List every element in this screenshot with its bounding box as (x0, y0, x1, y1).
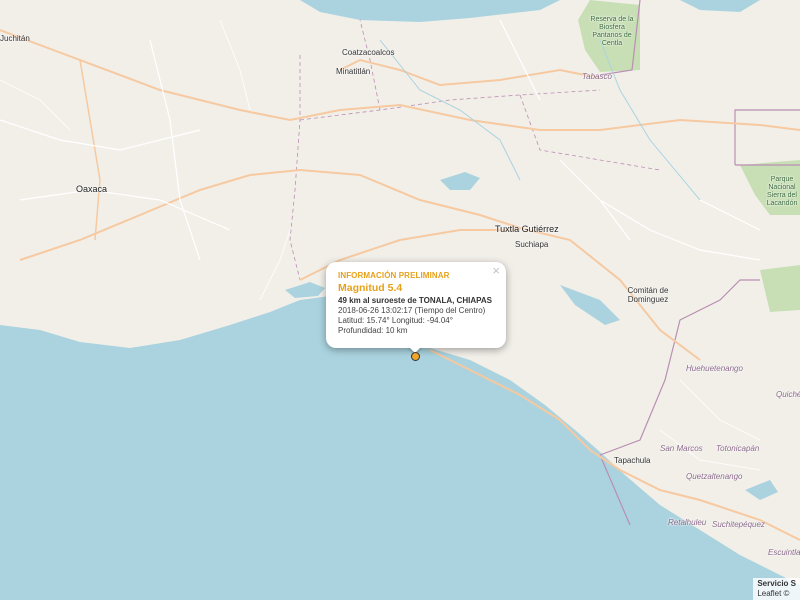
map-label-totonicapan: Totonicapán (716, 444, 760, 453)
map-label-comitan: Comitán de Dominguez (627, 286, 669, 304)
popup-location: 49 km al suroeste de TONALA, CHIAPAS (338, 296, 492, 305)
map-label-minatitlan: Minatitlán (336, 67, 371, 76)
popup-header: INFORMACIÓN PRELIMINAR (338, 271, 450, 280)
map-label-suchiapa: Suchiapa (515, 240, 549, 249)
map-label-reserva: Reserva de la Biosfera Pantanos de Centl… (590, 16, 634, 47)
map-attribution: Servicio S Leaflet © (753, 578, 800, 600)
map-label-quiche: Quiché (776, 390, 800, 399)
epicenter-marker[interactable] (411, 352, 420, 361)
attribution-leaflet-link[interactable]: Leaflet © (757, 589, 796, 599)
map-label-juchitan: Juchitán (0, 34, 30, 43)
map-view[interactable]: Juchitán Oaxaca Coatzacoalcos Minatitlán… (0, 0, 800, 600)
popup-coordinates: Latitud: 15.74° Longitud: -94.04° (338, 316, 453, 325)
map-label-oaxaca: Oaxaca (76, 184, 108, 194)
map-label-quetzaltenango: Quetzaltenango (686, 472, 743, 481)
earthquake-popup: × INFORMACIÓN PRELIMINAR Magnitud 5.4 49… (326, 262, 506, 348)
map-label-huehuetenango: Huehuetenango (686, 364, 743, 373)
map-label-escuintla: Escuintla (768, 548, 800, 557)
popup-depth: Profundidad: 10 km (338, 326, 408, 335)
map-label-tuxtla: Tuxtla Gutiérrez (495, 224, 559, 234)
map-label-tapachula: Tapachula (614, 456, 651, 465)
map-label-retalhuleu: Retalhuleu (668, 518, 707, 527)
map-label-san-marcos: San Marcos (660, 444, 703, 453)
map-label-suchitepequez: Suchitepéquez (712, 520, 765, 529)
popup-magnitude: Magnitud 5.4 (338, 282, 403, 294)
map-label-parque: Parque Nacional Sierra del Lacandón (766, 176, 798, 207)
map-label-coatzacoalcos: Coatzacoalcos (342, 48, 395, 57)
attribution-service: Servicio S (757, 579, 796, 588)
popup-datetime: 2018-06-26 13:02:17 (Tiempo del Centro) (338, 306, 486, 315)
map-label-tabasco: Tabasco (582, 72, 612, 81)
popup-close-button[interactable]: × (492, 264, 500, 278)
